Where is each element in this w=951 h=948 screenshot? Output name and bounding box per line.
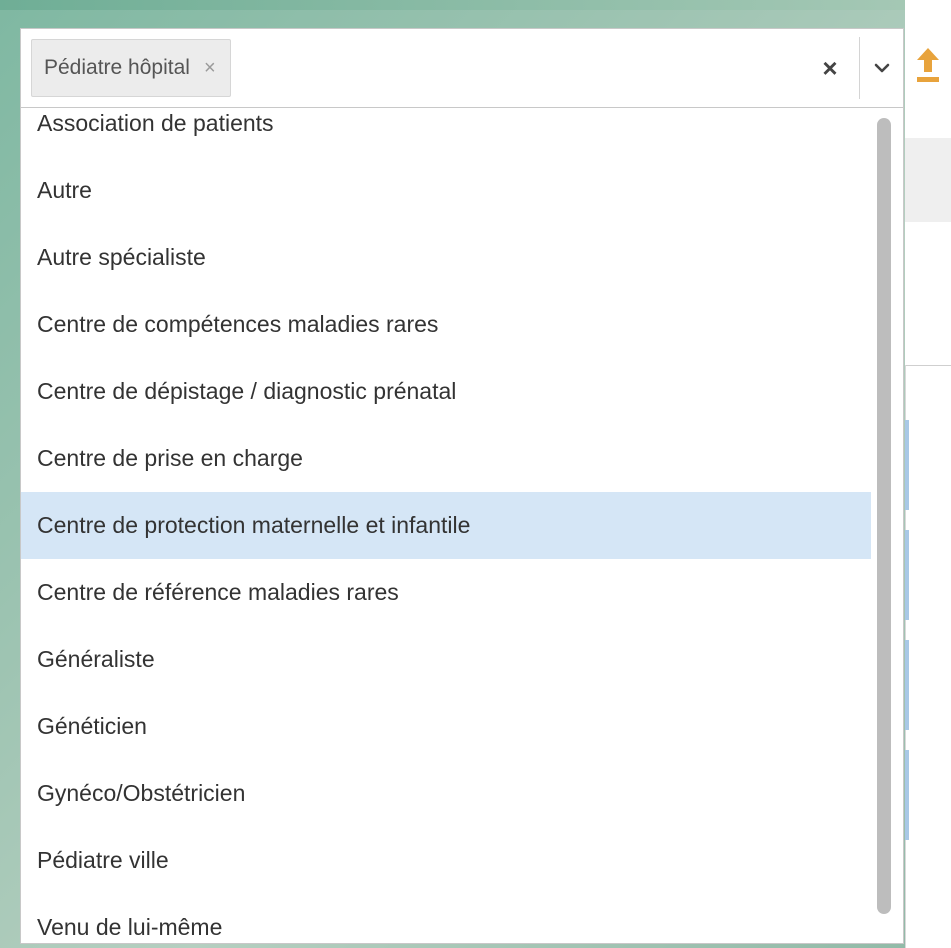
clear-selection-button[interactable]: × xyxy=(801,29,859,107)
background-gray-band xyxy=(905,138,951,222)
background-accent-strip xyxy=(905,750,909,840)
background-right-panel xyxy=(905,365,951,948)
upload-icon xyxy=(917,48,939,82)
background-accent-strip xyxy=(905,640,909,730)
dropdown-menu[interactable]: Association de patients Autre Autre spécia… xyxy=(20,108,904,944)
dropdown-option[interactable]: Centre de prise en charge xyxy=(21,425,871,492)
dropdown-toggle-button[interactable] xyxy=(860,29,904,107)
dropdown-option[interactable]: Venu de lui-même xyxy=(21,894,871,943)
dropdown-option[interactable]: Pédiatre ville xyxy=(21,827,871,894)
dropdown-option[interactable]: Centre de compétences maladies rares xyxy=(21,291,871,358)
dropdown-option[interactable]: Généraliste xyxy=(21,626,871,693)
scrollbar-thumb[interactable] xyxy=(877,118,891,914)
chevron-down-icon xyxy=(874,63,890,73)
selected-tag: Pédiatre hôpital × xyxy=(31,39,231,97)
background-accent-strip xyxy=(905,530,909,620)
multi-select-field[interactable]: Pédiatre hôpital × × xyxy=(20,28,904,108)
background-accent-strip xyxy=(905,420,909,510)
upload-button[interactable] xyxy=(910,40,946,90)
dropdown-option[interactable]: Gynéco/Obstétricien xyxy=(21,760,871,827)
dropdown-option[interactable]: Généticien xyxy=(21,693,871,760)
dropdown-option[interactable]: Autre xyxy=(21,157,871,224)
close-icon: × xyxy=(822,52,838,83)
dropdown-option[interactable]: Centre de référence maladies rares xyxy=(21,559,871,626)
dropdown-option[interactable]: Autre spécialiste xyxy=(21,224,871,291)
selected-tag-label: Pédiatre hôpital xyxy=(44,56,190,79)
scrollbar[interactable] xyxy=(875,108,895,942)
dropdown-option[interactable]: Centre de dépistage / diagnostic prénata… xyxy=(21,358,871,425)
dropdown-option[interactable]: Association de patients xyxy=(21,108,871,157)
tag-remove-close-icon[interactable]: × xyxy=(204,57,216,80)
option-list: Association de patients Autre Autre spécia… xyxy=(21,108,871,943)
background-top-edge xyxy=(0,0,951,10)
dropdown-option[interactable]: Centre de protection maternelle et infan… xyxy=(21,492,871,559)
